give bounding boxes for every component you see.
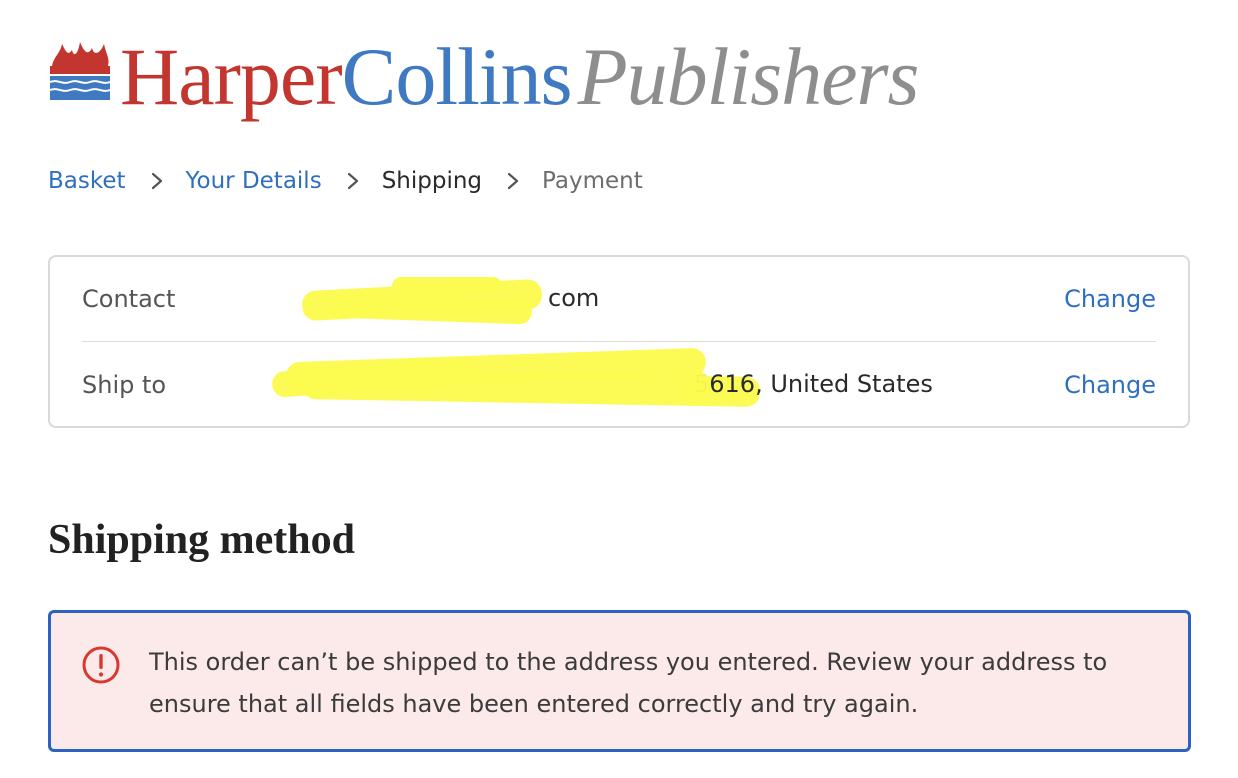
harpercollins-logo: HarperCollinsPublishers xyxy=(46,28,946,128)
ship-to-row: Ship to 5616, United States Change xyxy=(82,343,1156,427)
redaction-mark xyxy=(682,371,710,401)
shipping-method-heading: Shipping method xyxy=(48,517,355,563)
contact-label: Contact xyxy=(82,285,176,313)
logo-publishers-text: Publishers xyxy=(577,31,920,122)
contact-value-text: com xyxy=(548,284,600,312)
shipping-error-alert: This order can’t be shipped to the addre… xyxy=(48,610,1191,752)
change-contact-link[interactable]: Change xyxy=(1064,285,1156,313)
change-address-link[interactable]: Change xyxy=(1064,371,1156,399)
ship-to-value-text: 5616, United States xyxy=(694,370,933,398)
logo-harper-text: Harper xyxy=(120,31,343,122)
order-review-box: Contact com Change Ship to 5616, United … xyxy=(48,255,1190,428)
breadcrumb-shipping-current: Shipping xyxy=(381,168,483,194)
shipping-error-message: This order can’t be shipped to the addre… xyxy=(149,648,1108,718)
breadcrumb-payment-step: Payment xyxy=(542,168,643,194)
breadcrumb-your-details-link[interactable]: Your Details xyxy=(186,168,322,194)
harpercollins-flame-logo-icon xyxy=(49,42,111,100)
contact-row: Contact com Change xyxy=(82,257,1156,342)
error-circle-icon xyxy=(82,646,120,684)
checkout-breadcrumb: Basket Your Details Shipping Payment xyxy=(48,164,643,198)
chevron-right-icon xyxy=(500,168,526,194)
ship-to-label: Ship to xyxy=(82,371,167,399)
chevron-right-icon xyxy=(144,168,170,194)
logo-collins-text: Collins xyxy=(341,31,573,122)
chevron-right-icon xyxy=(340,168,366,194)
redaction-mark xyxy=(392,277,502,295)
breadcrumb-basket-link[interactable]: Basket xyxy=(48,168,126,194)
logo-wordmark: HarperCollinsPublishers xyxy=(120,22,920,132)
